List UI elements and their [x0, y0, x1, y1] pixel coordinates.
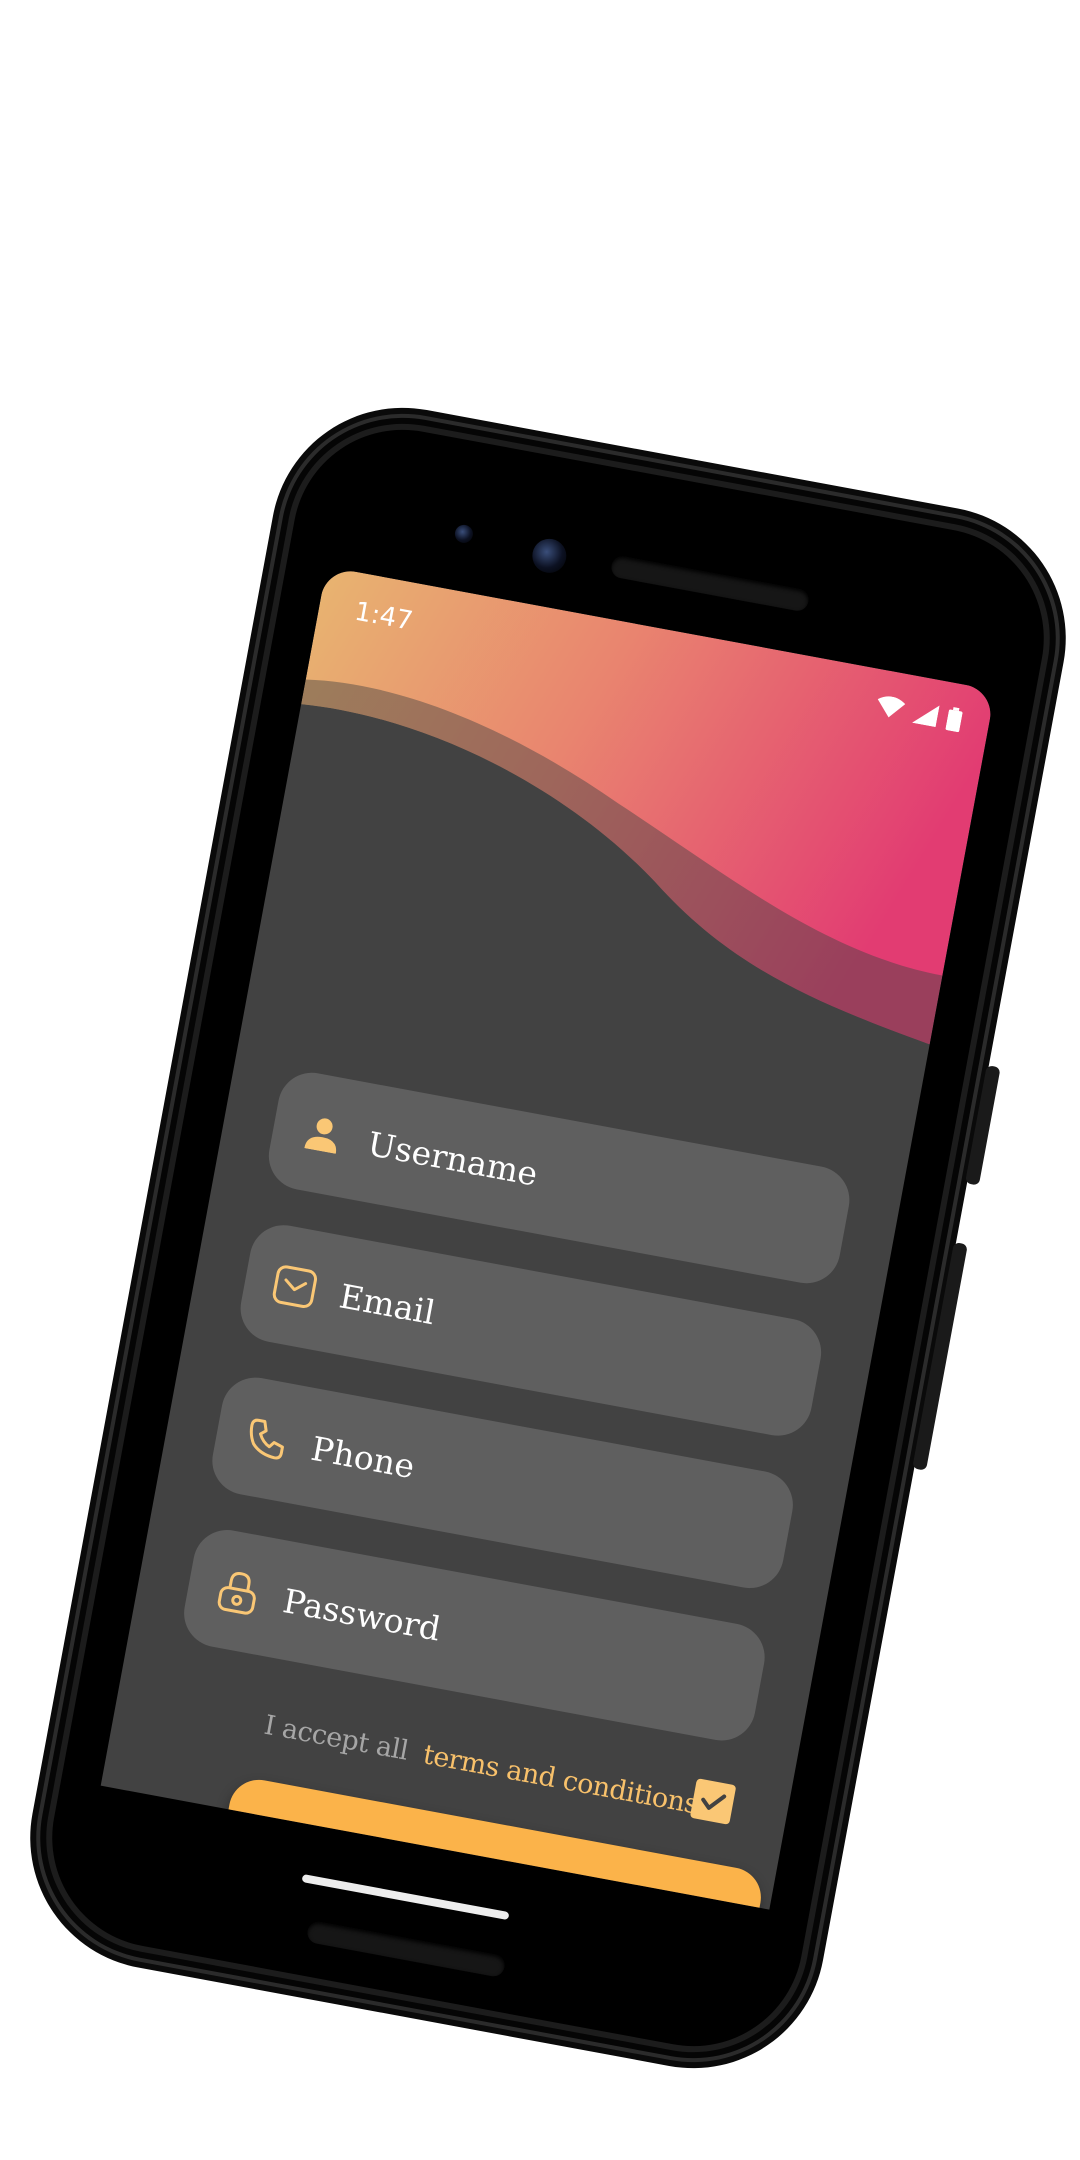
phone-icon — [241, 1413, 292, 1464]
signal-icon — [912, 705, 940, 728]
lock-icon — [213, 1566, 264, 1617]
terms-prefix: I accept all — [261, 1709, 411, 1767]
phone-input[interactable] — [306, 1426, 792, 1556]
terms-link[interactable]: terms and conditions — [421, 1739, 701, 1820]
check-icon — [701, 1794, 727, 1810]
email-input[interactable] — [334, 1274, 820, 1404]
app-screen: 1:47 Username Email Phone I accept all t… — [100, 566, 996, 1910]
power-button — [964, 1065, 1001, 1186]
username-input[interactable] — [362, 1122, 848, 1252]
mail-icon — [269, 1261, 320, 1312]
person-icon — [297, 1109, 348, 1160]
password-input[interactable] — [277, 1579, 764, 1709]
phone-mockup: 1:47 Username Email Phone I accept all t… — [34, 411, 1062, 2065]
wifi-icon — [877, 696, 906, 718]
terms-checkbox[interactable] — [689, 1778, 737, 1825]
